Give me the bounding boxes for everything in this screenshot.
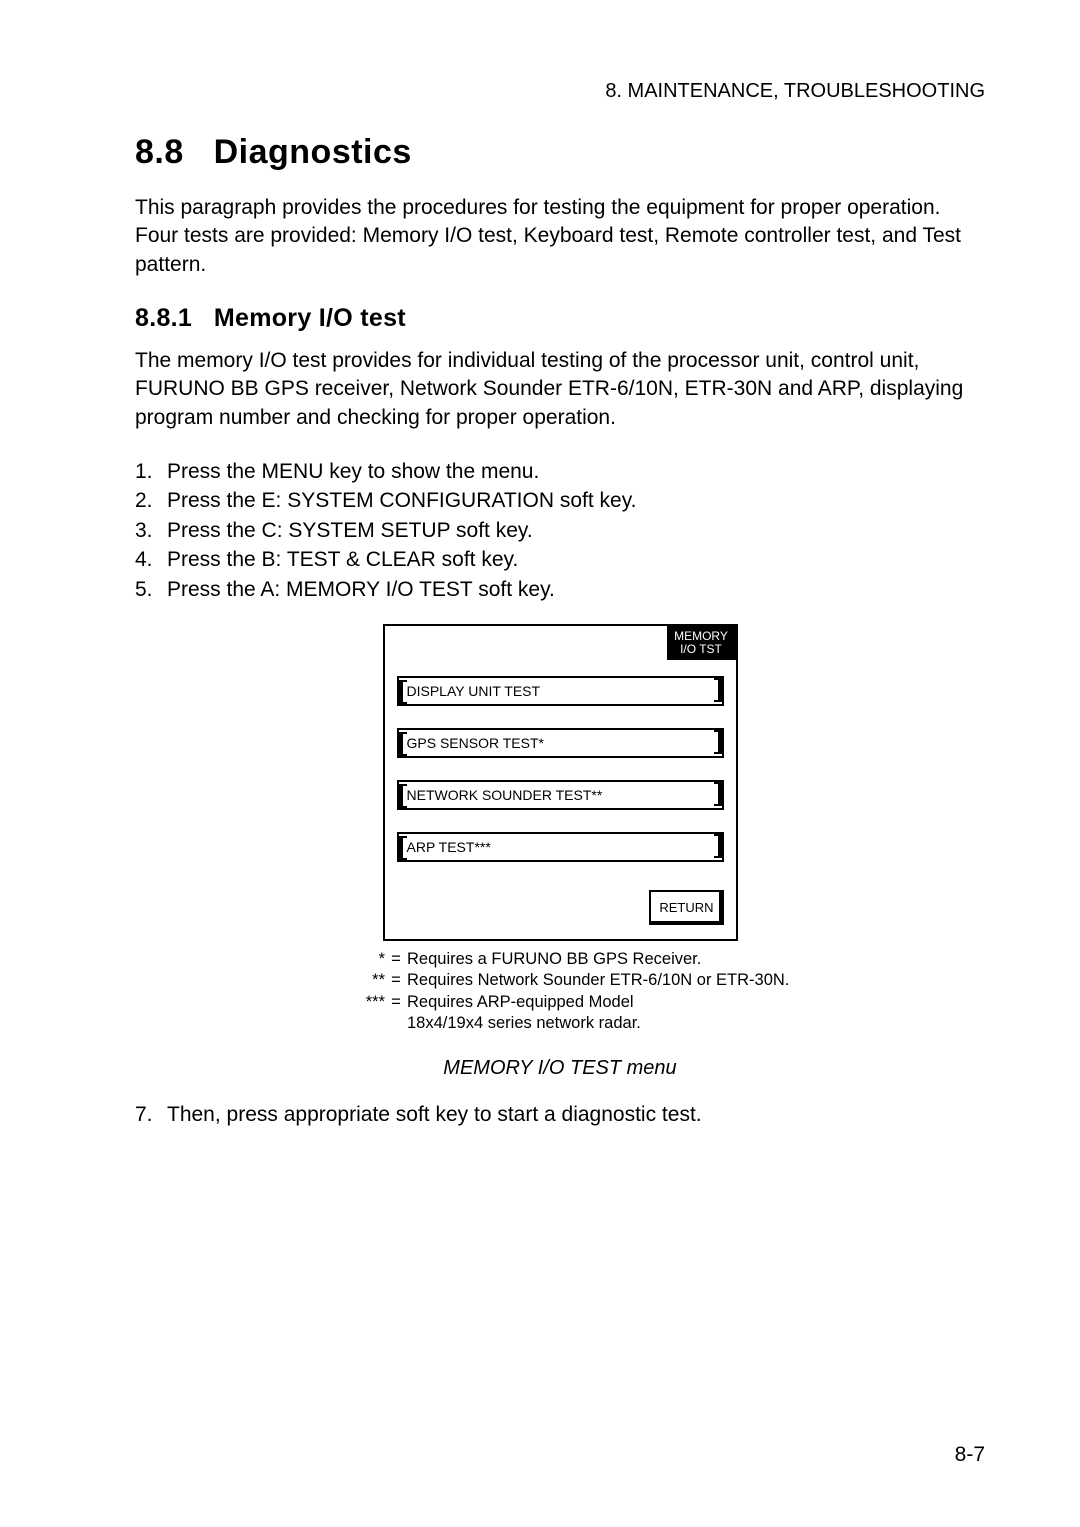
list-item: 7. Then, press appropriate soft key to s… [135, 1100, 985, 1129]
footnote-text: Requires Network Sounder ETR-6/10N or ET… [407, 970, 789, 991]
step-7: 7. Then, press appropriate soft key to s… [135, 1100, 985, 1129]
menu-frame: MEMORYI/O TST DISPLAY UNIT TEST GPS SENS… [383, 624, 738, 941]
subsection-intro: The memory I/O test provides for individ… [135, 347, 985, 432]
step-text: Press the B: TEST & CLEAR soft key. [167, 545, 518, 574]
step-text: Press the C: SYSTEM SETUP soft key. [167, 516, 533, 545]
menu-header-label: MEMORYI/O TST [667, 626, 736, 660]
section-number: 8.8 [135, 133, 184, 171]
footnote-eq: = [385, 970, 407, 991]
section-name: Diagnostics [214, 133, 412, 171]
footnote-row: ** = Requires Network Sounder ETR-6/10N … [335, 970, 985, 991]
step-text: Press the MENU key to show the menu. [167, 457, 539, 486]
footnote-text: Requires a FURUNO BB GPS Receiver. [407, 949, 701, 970]
list-item: 4. Press the B: TEST & CLEAR soft key. [135, 545, 985, 574]
footnote-eq: = [385, 992, 407, 1013]
list-item: 3. Press the C: SYSTEM SETUP soft key. [135, 516, 985, 545]
step-number: 3. [135, 516, 167, 545]
footnote-mark: *** [335, 992, 385, 1013]
subsection-title: 8.8.1 Memory I/O test [135, 304, 985, 333]
subsection-number: 8.8.1 [135, 304, 192, 332]
footnote-mark [335, 1013, 385, 1034]
footnote-eq [385, 1013, 407, 1034]
step-number: 7. [135, 1100, 167, 1129]
menu-item-arp-test[interactable]: ARP TEST*** [397, 832, 724, 862]
intro-paragraph: This paragraph provides the procedures f… [135, 194, 985, 279]
step-text: Press the A: MEMORY I/O TEST soft key. [167, 575, 555, 604]
footnote-text: 18x4/19x4 series network radar. [407, 1013, 641, 1034]
footnote-row: 18x4/19x4 series network radar. [335, 1013, 985, 1034]
list-item: 5. Press the A: MEMORY I/O TEST soft key… [135, 575, 985, 604]
figure-caption: MEMORY I/O TEST menu [135, 1057, 985, 1080]
page-number: 8-7 [955, 1443, 985, 1467]
step-number: 4. [135, 545, 167, 574]
step-number: 1. [135, 457, 167, 486]
return-button[interactable]: RETURN [649, 890, 723, 925]
menu-item-display-unit-test[interactable]: DISPLAY UNIT TEST [397, 676, 724, 706]
list-item: 2. Press the E: SYSTEM CONFIGURATION sof… [135, 486, 985, 515]
menu-item-network-sounder-test[interactable]: NETWORK SOUNDER TEST** [397, 780, 724, 810]
footnote-eq: = [385, 949, 407, 970]
footnote-text: Requires ARP-equipped Model [407, 992, 634, 1013]
step-number: 2. [135, 486, 167, 515]
footnote-mark: * [335, 949, 385, 970]
page-header: 8. MAINTENANCE, TROUBLESHOOTING [135, 80, 985, 103]
step-number: 5. [135, 575, 167, 604]
footnote-row: *** = Requires ARP-equipped Model [335, 992, 985, 1013]
footnote-row: * = Requires a FURUNO BB GPS Receiver. [335, 949, 985, 970]
menu-diagram: MEMORYI/O TST DISPLAY UNIT TEST GPS SENS… [383, 624, 738, 941]
section-title: 8.8 Diagnostics [135, 133, 985, 172]
list-item: 1. Press the MENU key to show the menu. [135, 457, 985, 486]
footnote-mark: ** [335, 970, 385, 991]
menu-item-gps-sensor-test[interactable]: GPS SENSOR TEST* [397, 728, 724, 758]
step-text: Press the E: SYSTEM CONFIGURATION soft k… [167, 486, 636, 515]
steps-list: 1. Press the MENU key to show the menu. … [135, 457, 985, 604]
footnotes: * = Requires a FURUNO BB GPS Receiver. *… [335, 949, 985, 1035]
subsection-name: Memory I/O test [214, 304, 406, 332]
step-text: Then, press appropriate soft key to star… [167, 1100, 702, 1129]
